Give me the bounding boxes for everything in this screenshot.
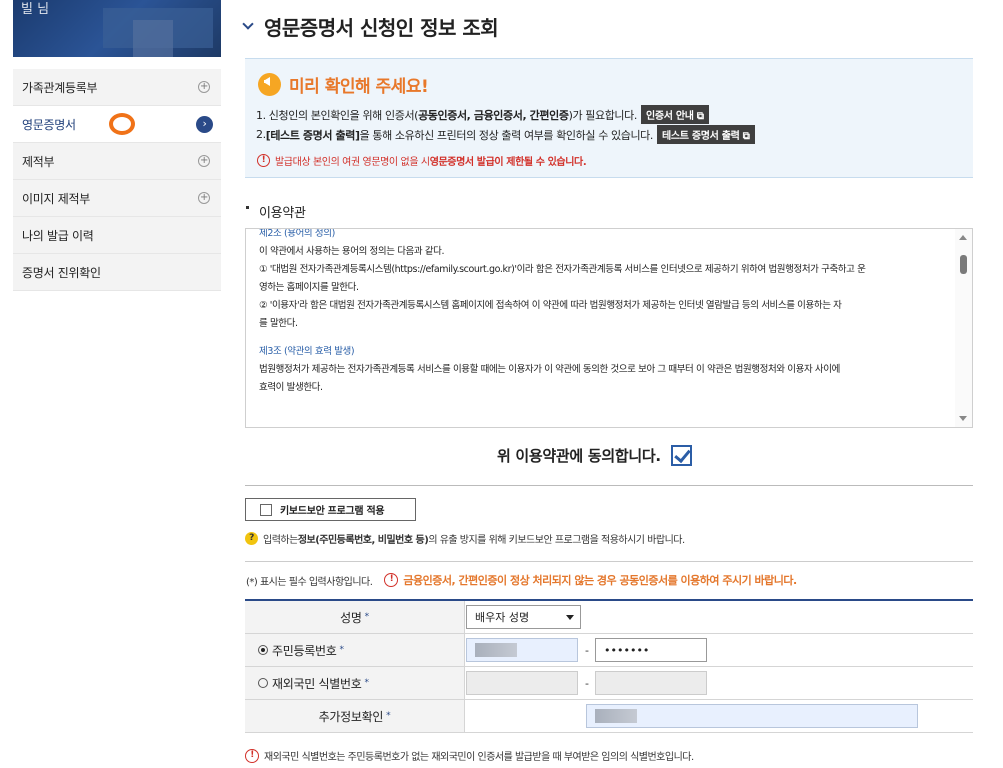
warning-icon: ! [245,748,259,763]
article-3-title: 제3조 (약관의 효력 발생) [259,346,355,357]
certificate-guide-button[interactable]: 인증서 안내 ⧉ [640,105,709,124]
sidebar-item-label: 영문증명서 [22,117,76,132]
terms-agree[interactable]: 위 이용약관에 동의합니다. [497,445,692,466]
question-icon: ? [245,532,258,545]
notice-box: 미리 확인해 주세요! 1. 신청인의 본인확인을 위해 인증서( 공동인증서,… [245,58,973,178]
terms-scroll-box[interactable]: 제2조 (용어의 정의) 이 약관에서 사용하는 용어의 정의는 다음과 같다.… [245,228,973,428]
sidebar-banner: 빌 님 [13,0,221,57]
expand-plus-icon[interactable]: + [198,81,210,93]
sidebar-item-issue-history[interactable]: 나의 발급 이력 [13,217,221,254]
redacted-value [475,643,517,657]
extra-info-label: 추가정보확인 * [245,700,465,732]
form-row-name: 성명 * [245,601,973,634]
sidebar-item-authenticity-check[interactable]: 증명서 진위확인 [13,254,221,291]
notice-line-2: 2. [테스트 증명서 출력] 을 통해 소유하신 프린터의 정상 출력 여부를… [256,125,755,144]
chevron-down-icon [566,615,574,620]
foreign-id-radio[interactable] [258,678,268,688]
notice-line-1: 1. 신청인의 본인확인을 위해 인증서( 공동인증서, 금융인증서, 간편인증… [256,105,709,124]
keyboard-security-toggle[interactable]: 키보드보안 프로그램 적용 [245,498,416,521]
name-label: 성명 * [245,601,465,633]
scroll-down-icon[interactable] [959,416,967,421]
foreign-id-front-input[interactable] [466,671,578,695]
rrn-front-input[interactable] [466,638,578,662]
divider [245,561,973,562]
sidebar-item-label: 이미지 제적부 [22,191,90,206]
redacted-value [595,709,637,723]
warning-icon: ! [384,573,399,587]
terms-content: 제2조 (용어의 정의) 이 약관에서 사용하는 용어의 정의는 다음과 같다.… [259,228,947,397]
required-note: (*) 표시는 필수 입력사항입니다. ! 금융인증서, 간편인증이 정상 처리… [246,573,797,588]
checkbox[interactable] [260,503,272,516]
chevron-right-icon[interactable]: › [196,116,213,133]
notice-title: 미리 확인해 주세요! [289,77,429,97]
highlight-circle-annotation [109,113,135,135]
article-2-title: 제2조 (용어의 정의) [259,228,335,239]
sidebar-item-removal-register[interactable]: 제적부 + [13,143,221,180]
sidebar-item-english-certificate[interactable]: 영문증명서 › [13,106,221,143]
sidebar-item-image-removal-register[interactable]: 이미지 제적부 + [13,180,221,217]
title-chevron-icon [242,17,254,30]
rrn-option[interactable]: 주민등록번호 * [245,634,465,666]
extra-info-input[interactable] [586,704,918,728]
terms-section-title: 이용약관 [246,202,306,221]
scroll-thumb[interactable] [960,255,967,274]
foreign-id-option[interactable]: 재외국민 식별번호 * [245,667,465,699]
form-row-foreign-id: 재외국민 식별번호 * - [245,667,973,700]
expand-plus-icon[interactable]: + [198,155,210,167]
sidebar-item-label: 증명서 진위확인 [22,265,101,280]
megaphone-icon [258,73,281,96]
sidebar-item-label: 나의 발급 이력 [22,228,94,243]
rrn-back-input[interactable]: ••••••• [595,638,707,662]
sidebar-item-label: 가족관계등록부 [22,80,98,95]
rrn-radio[interactable] [258,645,268,655]
sidebar-item-label: 제적부 [22,154,55,169]
banner-text: 빌 님 [21,2,50,17]
page: 빌 님 가족관계등록부 + 영문증명서 › 제적부 + 이미지 제적부 + 나의… [0,0,1003,768]
warning-icon: ! [257,154,270,167]
sidebar-item-family-register[interactable]: 가족관계등록부 + [13,69,221,106]
scroll-up-icon[interactable] [959,235,967,240]
keyboard-security-help: ? 입력하는 정보(주민등록번호, 비밀번호 등) 의 유출 방지를 위해 키보… [245,531,685,546]
page-title: 영문증명서 신청인 정보 조회 [242,12,499,41]
form-row-rrn: 주민등록번호 * - ••••••• [245,634,973,667]
extra-info-select[interactable]: 배우자 성명 [466,605,581,629]
divider [245,485,973,486]
agree-checkbox[interactable] [670,445,692,466]
notice-warning: ! 발급대상 본인의 여권 영문명이 없을 시 영문증명서 발급이 제한될 수 … [257,153,587,168]
test-print-button[interactable]: 테스트 증명서 출력 ⧉ [656,125,755,144]
notice-header: 미리 확인해 주세요! [258,72,429,97]
expand-plus-icon[interactable]: + [198,192,210,204]
foreign-id-note: ! 재외국민 식별번호는 주민등록번호가 없는 재외국민이 인증서를 발급받을 … [245,748,694,763]
foreign-id-back-input[interactable] [595,671,707,695]
terms-scrollbar[interactable] [955,229,972,427]
sidebar-menu: 가족관계등록부 + 영문증명서 › 제적부 + 이미지 제적부 + 나의 발급 … [13,69,221,291]
